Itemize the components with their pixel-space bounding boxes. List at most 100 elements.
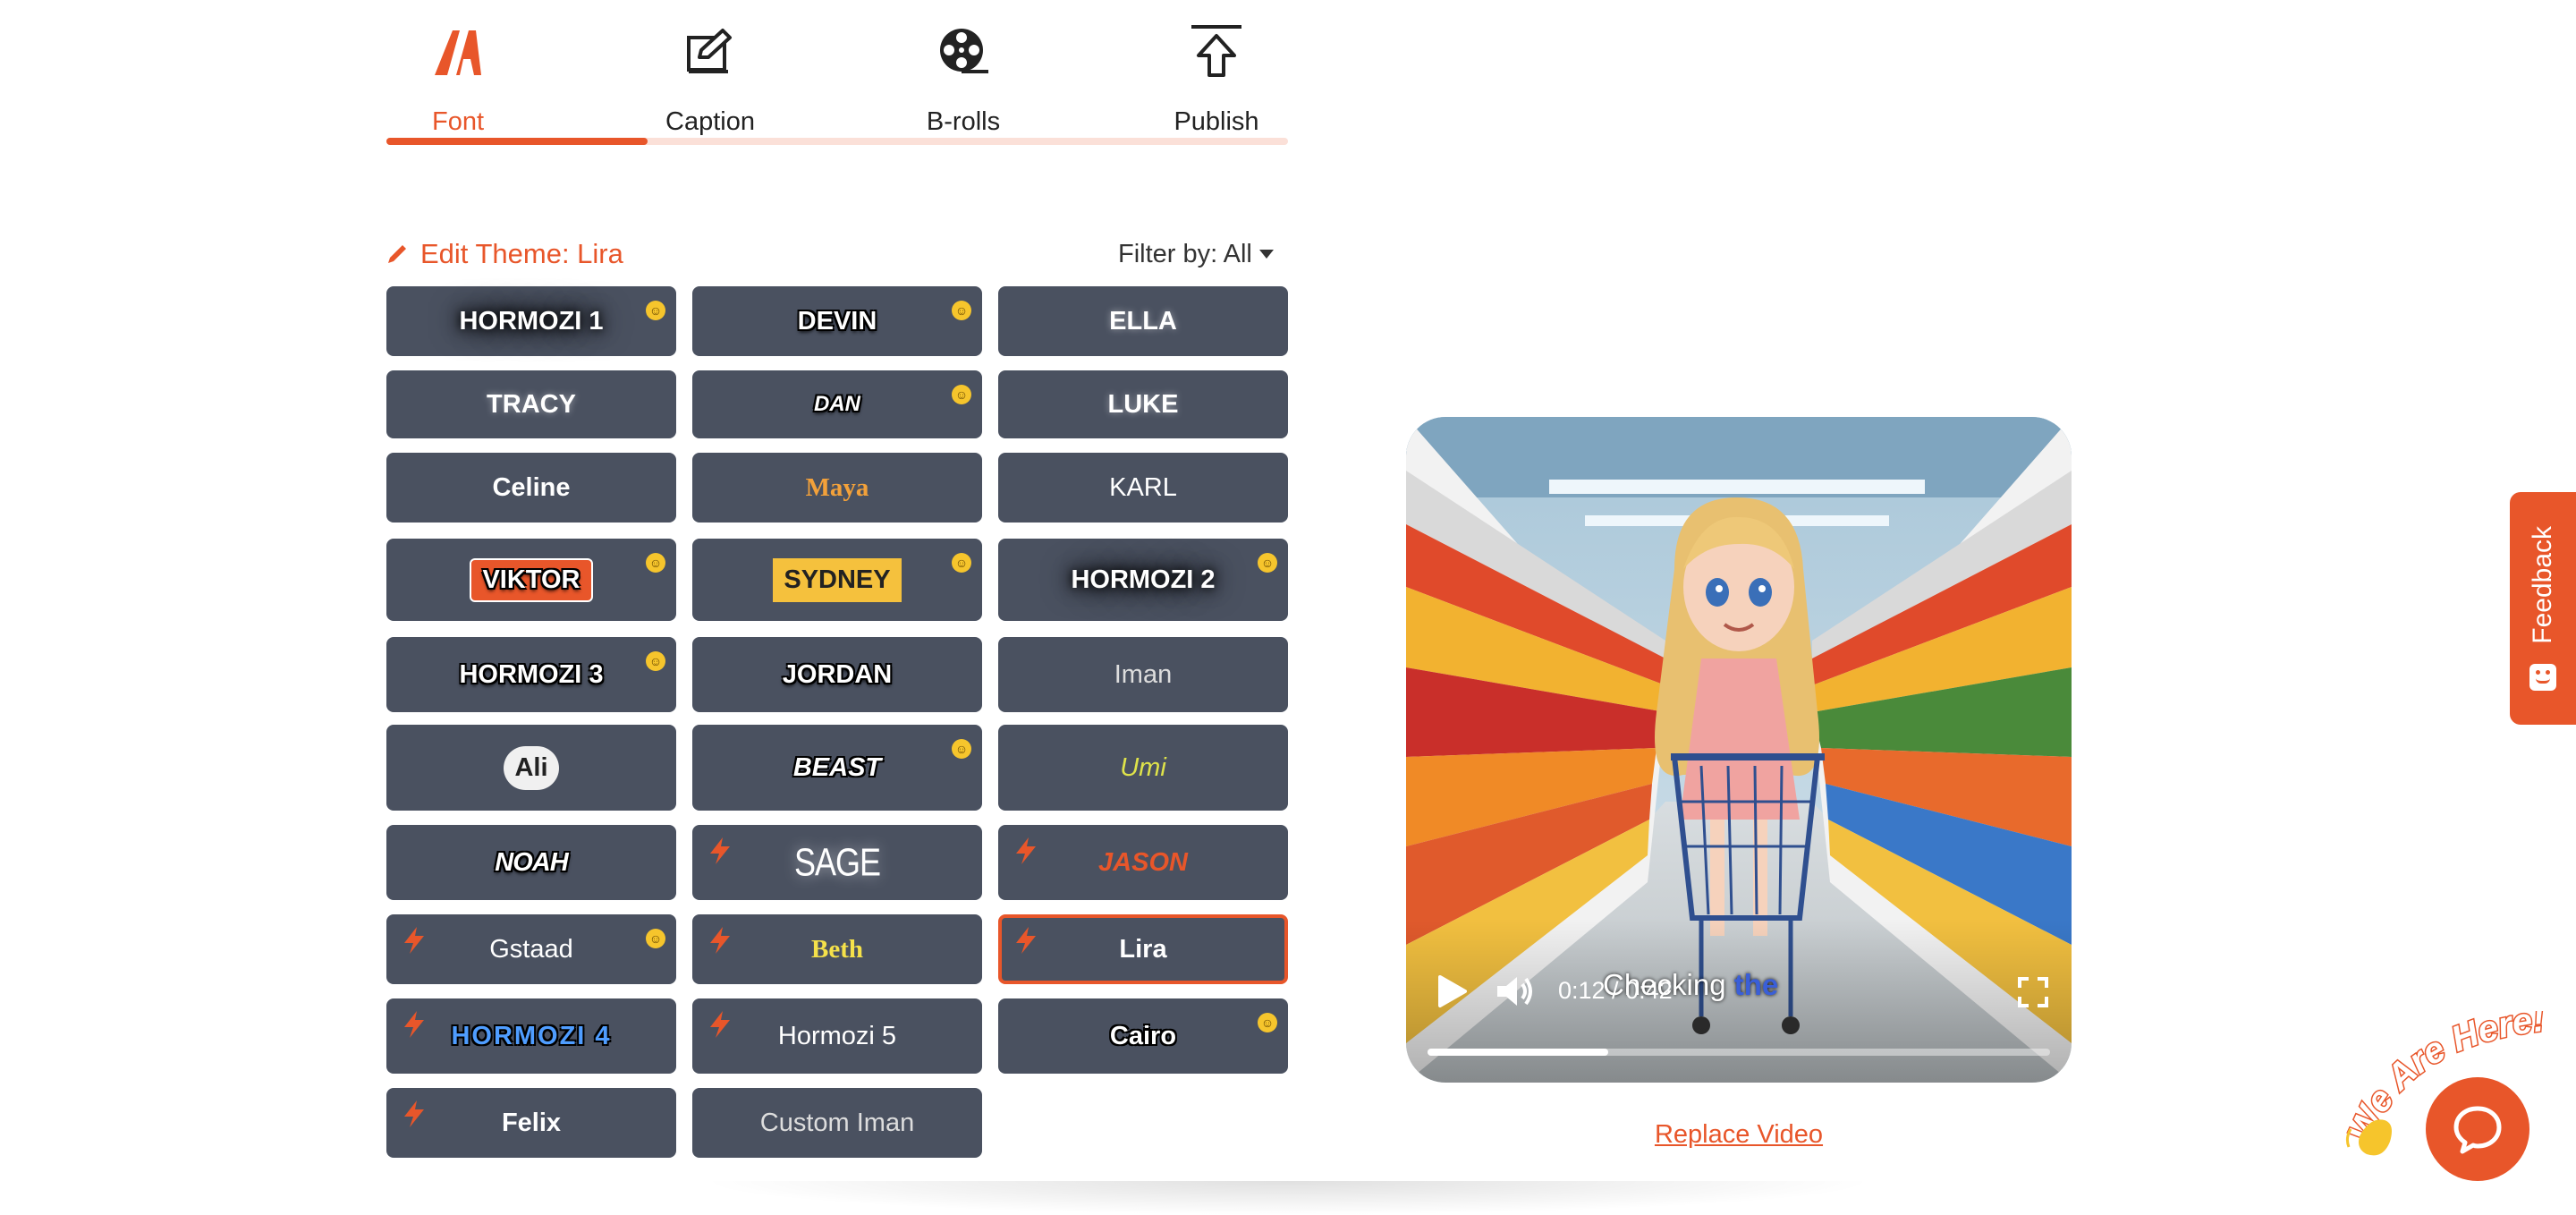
theme-label: DEVIN: [797, 306, 877, 336]
theme-label: HORMOZI 2: [1071, 565, 1216, 594]
edit-theme-label: Edit Theme: Lira: [420, 238, 623, 269]
edit-theme-link[interactable]: Edit Theme: Lira: [386, 236, 623, 272]
smiley-icon: ☺: [646, 929, 665, 948]
bolt-icon: [1016, 927, 1036, 954]
page-root: Font Caption B-rolls Publish Edit Theme:…: [0, 0, 2576, 1215]
theme-card-luke[interactable]: LUKE: [998, 370, 1288, 438]
theme-card-hormozi-2[interactable]: HORMOZI 2 ☺: [998, 539, 1288, 621]
theme-label: ELLA: [1109, 306, 1177, 336]
theme-label: NOAH: [495, 847, 568, 877]
theme-label: KARL: [1109, 472, 1177, 502]
tab-font-label: Font: [431, 107, 485, 136]
bottom-shadow: [698, 1181, 1878, 1215]
theme-card-lira[interactable]: Lira: [998, 914, 1288, 984]
smiley-icon: ☺: [646, 651, 665, 671]
bolt-icon: [404, 927, 424, 954]
tab-brolls[interactable]: B-rolls: [874, 16, 1053, 141]
theme-card-felix[interactable]: Felix: [386, 1088, 676, 1158]
theme-card-viktor[interactable]: VIKTOR ☺: [386, 539, 676, 621]
tab-progress-fill: [386, 138, 648, 145]
theme-card-sage[interactable]: SAGE: [692, 825, 982, 900]
smiley-icon: ☺: [952, 301, 971, 320]
video-seekbar-fill: [1428, 1049, 1608, 1056]
caption-word-2: the: [1733, 968, 1779, 1001]
theme-card-umi[interactable]: Umi: [998, 725, 1288, 811]
video-seekbar[interactable]: [1428, 1049, 2050, 1056]
theme-card-beast[interactable]: BEAST ☺: [692, 725, 982, 811]
theme-label: Gstaad: [489, 934, 573, 964]
smiley-icon: ☺: [952, 553, 971, 573]
theme-label: HORMOZI 1: [459, 306, 604, 336]
bolt-icon: [710, 927, 730, 954]
theme-label: Custom Iman: [759, 1108, 915, 1137]
theme-label: SAGE: [793, 839, 881, 884]
chat-button[interactable]: [2426, 1077, 2529, 1181]
filter-label: Filter by: All: [1118, 239, 1252, 268]
theme-card-hormozi-1[interactable]: HORMOZI 1 ☺: [386, 286, 676, 356]
theme-card-noah[interactable]: NOAH: [386, 825, 676, 900]
theme-card-jason[interactable]: JASON: [998, 825, 1288, 900]
play-icon[interactable]: [1433, 973, 1469, 1009]
edit-square-icon: [685, 16, 735, 88]
smiley-icon: ☺: [1258, 553, 1277, 573]
theme-card-tracy[interactable]: TRACY: [386, 370, 676, 438]
smiley-icon: ☺: [646, 553, 665, 573]
theme-card-hormozi-5[interactable]: Hormozi 5: [692, 998, 982, 1074]
theme-card-sydney[interactable]: SYDNEY ☺: [692, 539, 982, 621]
replace-video-link[interactable]: Replace Video: [1406, 1120, 2072, 1150]
theme-label: JORDAN: [782, 659, 893, 689]
theme-card-dan[interactable]: DAN ☺: [692, 370, 982, 438]
fullscreen-icon[interactable]: [2018, 977, 2048, 1007]
theme-label: Cairo: [1109, 1021, 1177, 1050]
tab-caption-label: Caption: [665, 107, 755, 136]
video-time: 0:12 / 0:42: [1558, 977, 1673, 1004]
theme-card-hormozi-3[interactable]: HORMOZI 3 ☺: [386, 637, 676, 712]
theme-label: Maya: [805, 472, 869, 502]
theme-card-cairo[interactable]: Cairo ☺: [998, 998, 1288, 1074]
theme-label: LUKE: [1107, 389, 1179, 419]
theme-card-ali[interactable]: Ali: [386, 725, 676, 811]
theme-label: SYDNEY: [773, 557, 902, 602]
pencil-icon: [388, 245, 406, 263]
theme-card-gstaad[interactable]: Gstaad ☺: [386, 914, 676, 984]
smiley-icon: ☺: [646, 301, 665, 320]
theme-card-hormozi-4[interactable]: HORMOZI 4: [386, 998, 676, 1074]
theme-label: BEAST: [792, 752, 882, 782]
step-tabs: Font Caption B-rolls Publish: [386, 16, 1288, 147]
theme-label: TRACY: [487, 389, 576, 419]
volume-icon[interactable]: [1496, 973, 1535, 1009]
theme-label: Beth: [811, 934, 863, 964]
theme-label: Lira: [1119, 934, 1167, 964]
feedback-face-icon: [2529, 663, 2556, 691]
tab-publish-label: Publish: [1174, 107, 1259, 136]
theme-card-iman[interactable]: Iman: [998, 637, 1288, 712]
theme-label: DAN: [814, 392, 860, 416]
theme-card-ella[interactable]: ELLA: [998, 286, 1288, 356]
tab-caption[interactable]: Caption: [621, 16, 800, 141]
video-player[interactable]: Checking the 0:12 / 0:42: [1406, 417, 2072, 1083]
filter-dropdown[interactable]: Filter by: All: [1118, 236, 1274, 272]
tab-publish[interactable]: Publish: [1127, 16, 1306, 141]
theme-card-jordan[interactable]: JORDAN: [692, 637, 982, 712]
tab-brolls-label: B-rolls: [926, 107, 1001, 136]
theme-label: HORMOZI 4: [451, 1021, 612, 1050]
theme-label: Hormozi 5: [777, 1021, 897, 1050]
upload-icon: [1190, 16, 1243, 88]
theme-card-custom-iman[interactable]: Custom Iman: [692, 1088, 982, 1158]
chat-bubble-icon: [2453, 1106, 2502, 1154]
theme-label: Umi: [1120, 752, 1166, 782]
smiley-icon: ☺: [952, 739, 971, 759]
theme-card-devin[interactable]: DEVIN ☺: [692, 286, 982, 356]
feedback-tab[interactable]: Feedback: [2510, 492, 2576, 725]
theme-label: Ali: [504, 745, 559, 790]
theme-label: JASON: [1098, 847, 1188, 877]
theme-card-maya[interactable]: Maya: [692, 453, 982, 523]
theme-card-beth[interactable]: Beth: [692, 914, 982, 984]
theme-label: Iman: [1114, 659, 1173, 689]
caret-down-icon: [1258, 250, 1274, 259]
theme-card-celine[interactable]: Celine: [386, 453, 676, 523]
tab-font[interactable]: Font: [369, 16, 547, 141]
theme-label: HORMOZI 3: [459, 659, 604, 689]
theme-label: VIKTOR: [470, 557, 593, 602]
theme-card-karl[interactable]: KARL: [998, 453, 1288, 523]
